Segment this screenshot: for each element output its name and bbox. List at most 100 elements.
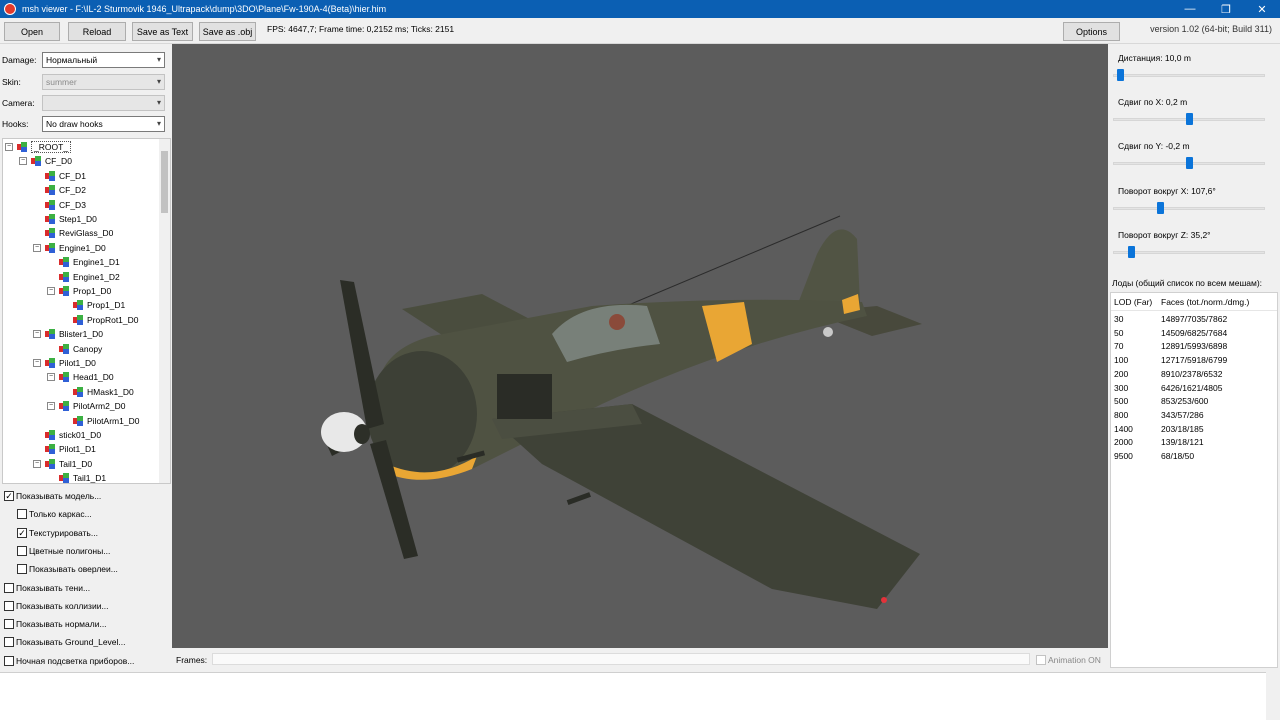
- tree-item[interactable]: PilotArm1_D0: [61, 414, 139, 428]
- tree-scrollbar[interactable]: [159, 139, 170, 483]
- lods-table[interactable]: LOD (Far) Faces (tot./norm./dmg.) 30 1489…: [1110, 292, 1278, 668]
- tree-item[interactable]: CF_D1: [33, 169, 86, 183]
- slider-knob[interactable]: [1127, 245, 1135, 258]
- frames-slider[interactable]: [212, 653, 1030, 665]
- tree-item[interactable]: Tail1_D1: [47, 471, 106, 483]
- tree-item[interactable]: Prop1_D1: [61, 298, 125, 312]
- tree-item[interactable]: PropRot1_D0: [61, 313, 139, 327]
- tree-item[interactable]: CF_D3: [33, 198, 86, 212]
- slider-knob[interactable]: [1185, 157, 1193, 170]
- option-checkbox[interactable]: [4, 655, 14, 666]
- option-checkbox[interactable]: [4, 637, 14, 648]
- option-checkbox[interactable]: [17, 509, 27, 520]
- tree-expander-icon[interactable]: −: [19, 157, 27, 166]
- reload-button[interactable]: Reload: [68, 22, 126, 41]
- slider-knob[interactable]: [1117, 69, 1125, 81]
- tree-item[interactable]: − Pilot1_D0: [33, 356, 96, 370]
- tree-expander-icon[interactable]: −: [33, 359, 41, 367]
- 3d-viewport[interactable]: [172, 44, 1108, 648]
- console-scrollbar[interactable]: [1266, 672, 1280, 720]
- tree-item[interactable]: HMask1_D0: [61, 385, 134, 399]
- slider-rail[interactable]: [1113, 250, 1265, 254]
- option-checkbox[interactable]: [17, 545, 27, 556]
- skin-select[interactable]: summer ▾: [42, 74, 165, 90]
- minimize-icon[interactable]: —: [1172, 0, 1208, 18]
- param-slider[interactable]: [1113, 201, 1273, 214]
- tree-item[interactable]: − _ROOT_: [5, 140, 72, 154]
- tree-item[interactable]: ReviGlass_D0: [33, 226, 113, 240]
- lod-row[interactable]: 300 6426/1621/4805: [1111, 382, 1277, 395]
- view-option[interactable]: ✓ Текстурировать...: [17, 525, 98, 541]
- maximize-icon[interactable]: ❐: [1208, 0, 1244, 18]
- tree-item[interactable]: Step1_D0: [33, 212, 97, 226]
- view-option[interactable]: Показывать тени...: [4, 580, 90, 596]
- option-checkbox[interactable]: ✓: [4, 491, 14, 501]
- view-option[interactable]: ✓ Показывать модель...: [4, 488, 101, 504]
- tree-item[interactable]: CF_D2: [33, 183, 86, 197]
- param-slider[interactable]: [1113, 113, 1273, 126]
- tree-expander-icon[interactable]: −: [47, 287, 55, 295]
- option-checkbox[interactable]: [4, 619, 14, 630]
- view-option[interactable]: Ночная подсветка приборов...: [4, 653, 134, 669]
- slider-rail[interactable]: [1113, 74, 1265, 77]
- option-checkbox[interactable]: ✓: [17, 527, 27, 538]
- view-option[interactable]: Показывать оверлеи...: [17, 561, 118, 577]
- lod-row[interactable]: 500 853/253/600: [1111, 395, 1277, 408]
- tree-expander-icon[interactable]: −: [33, 330, 41, 339]
- tree-expander-icon[interactable]: −: [33, 459, 41, 468]
- faces-column-header[interactable]: Faces (tot./norm./dmg.): [1161, 297, 1249, 307]
- lod-row[interactable]: 100 12717/5918/6799: [1111, 354, 1277, 367]
- tree-item[interactable]: − Engine1_D0: [33, 241, 106, 255]
- tree-scroll-thumb[interactable]: [161, 151, 168, 213]
- open-button[interactable]: Open: [4, 22, 60, 41]
- tree-item[interactable]: Engine1_D1: [47, 255, 120, 269]
- tree-item[interactable]: − Head1_D0: [47, 370, 114, 384]
- slider-rail[interactable]: [1113, 206, 1265, 210]
- mesh-tree[interactable]: − _ROOT_ − CF_D0 CF_D1 CF_D2 CF_D3 Step1_D0 Revi…: [2, 138, 171, 484]
- save-as-text-button[interactable]: Save as Text: [132, 22, 193, 41]
- animation-checkbox[interactable]: [1036, 655, 1046, 665]
- lod-row[interactable]: 30 14897/7035/7862: [1111, 313, 1277, 326]
- animation-toggle[interactable]: Animation ON: [1036, 655, 1101, 665]
- tree-item[interactable]: Engine1_D2: [47, 270, 120, 284]
- lod-row[interactable]: 70 12891/5993/6898: [1111, 340, 1277, 353]
- option-checkbox[interactable]: [4, 582, 14, 593]
- hooks-select[interactable]: No draw hooks ▾: [42, 116, 165, 132]
- tree-expander-icon[interactable]: −: [5, 143, 13, 151]
- param-slider[interactable]: [1113, 157, 1273, 170]
- param-slider[interactable]: [1113, 245, 1273, 258]
- view-option[interactable]: Показывать Ground_Level...: [4, 634, 126, 650]
- tree-item[interactable]: − PilotArm2_D0: [47, 399, 125, 413]
- tree-item[interactable]: Canopy: [47, 342, 102, 356]
- option-checkbox[interactable]: [17, 564, 27, 575]
- camera-select[interactable]: ▾: [42, 95, 165, 111]
- options-button[interactable]: Options: [1063, 22, 1120, 41]
- close-icon[interactable]: ✕: [1244, 0, 1280, 18]
- tree-item[interactable]: − Tail1_D0: [33, 457, 92, 471]
- lod-row[interactable]: 2000 139/18/121: [1111, 436, 1277, 449]
- option-checkbox[interactable]: [4, 600, 14, 611]
- tree-item[interactable]: − Blister1_D0: [33, 327, 103, 341]
- slider-knob[interactable]: [1156, 201, 1164, 214]
- lod-row[interactable]: 200 8910/2378/6532: [1111, 368, 1277, 381]
- lod-row[interactable]: 800 343/57/286: [1111, 409, 1277, 422]
- lod-column-header[interactable]: LOD (Far): [1114, 297, 1152, 307]
- tree-item[interactable]: Pilot1_D1: [33, 442, 96, 456]
- damage-select[interactable]: Нормальный ▾: [42, 52, 165, 68]
- save-as-obj-button[interactable]: Save as .obj: [199, 22, 256, 41]
- tree-item[interactable]: stick01_D0: [33, 428, 101, 442]
- tree-expander-icon[interactable]: −: [47, 402, 55, 411]
- tree-item[interactable]: − Prop1_D0: [47, 284, 111, 298]
- view-option[interactable]: Показывать коллизии...: [4, 598, 109, 614]
- view-option[interactable]: Только каркас...: [17, 506, 92, 522]
- slider-knob[interactable]: [1185, 113, 1193, 126]
- lod-row[interactable]: 9500 68/18/50: [1111, 450, 1277, 463]
- lod-row[interactable]: 1400 203/18/185: [1111, 423, 1277, 436]
- tree-expander-icon[interactable]: −: [47, 373, 55, 382]
- log-console[interactable]: [0, 672, 1280, 720]
- tree-expander-icon[interactable]: −: [33, 243, 41, 252]
- view-option[interactable]: Показывать нормали...: [4, 616, 107, 632]
- lod-row[interactable]: 50 14509/6825/7684: [1111, 327, 1277, 340]
- tree-item[interactable]: − CF_D0: [19, 154, 72, 168]
- param-slider[interactable]: [1113, 69, 1273, 81]
